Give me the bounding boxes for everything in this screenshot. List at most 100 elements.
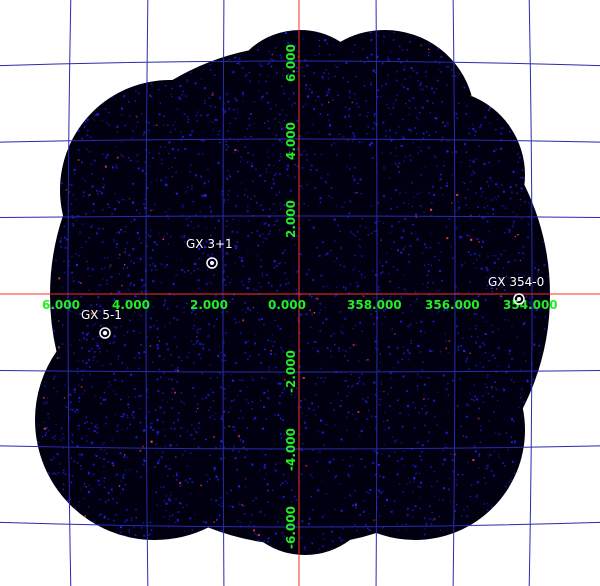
photon bbox=[389, 280, 392, 283]
photon bbox=[445, 66, 448, 68]
photon bbox=[503, 577, 504, 578]
photon bbox=[396, 71, 398, 73]
photon bbox=[29, 298, 30, 299]
photon bbox=[96, 345, 98, 347]
photon bbox=[185, 218, 188, 220]
photon bbox=[168, 152, 170, 155]
photon bbox=[234, 149, 237, 151]
photon bbox=[46, 258, 48, 260]
photon bbox=[123, 557, 124, 558]
photon bbox=[326, 16, 327, 17]
photon bbox=[397, 58, 400, 61]
photon bbox=[410, 31, 413, 34]
photon bbox=[155, 124, 158, 126]
photon bbox=[342, 77, 345, 79]
photon bbox=[397, 166, 399, 168]
photon bbox=[0, 356, 1, 357]
photon bbox=[561, 162, 562, 163]
photon bbox=[235, 247, 237, 250]
photon bbox=[497, 27, 498, 28]
photon bbox=[558, 221, 559, 222]
photon bbox=[207, 114, 209, 116]
photon bbox=[515, 22, 516, 23]
photon bbox=[493, 261, 496, 264]
photon bbox=[347, 385, 349, 388]
photon bbox=[115, 246, 118, 248]
photon bbox=[103, 465, 105, 468]
photon bbox=[280, 283, 282, 286]
photon bbox=[11, 279, 12, 280]
photon bbox=[253, 418, 255, 421]
photon bbox=[480, 267, 483, 270]
photon bbox=[89, 373, 91, 376]
photon bbox=[147, 233, 150, 236]
photon bbox=[475, 341, 477, 344]
photon bbox=[317, 489, 320, 492]
photon bbox=[12, 548, 14, 550]
photon bbox=[486, 269, 489, 272]
photon bbox=[484, 352, 487, 354]
photon bbox=[178, 412, 180, 414]
photon bbox=[232, 71, 235, 74]
photon bbox=[62, 437, 65, 440]
photon bbox=[384, 316, 386, 318]
photon bbox=[398, 162, 401, 165]
photon bbox=[554, 130, 556, 132]
photon bbox=[384, 411, 386, 414]
photon bbox=[324, 254, 327, 256]
photon bbox=[415, 213, 417, 216]
photon bbox=[394, 451, 396, 454]
photon bbox=[423, 393, 425, 396]
photon bbox=[175, 472, 178, 474]
photon bbox=[563, 71, 565, 73]
photon bbox=[279, 484, 282, 486]
photon bbox=[0, 183, 2, 185]
photon bbox=[244, 188, 247, 191]
photon bbox=[253, 195, 256, 197]
photon bbox=[58, 542, 60, 544]
photon bbox=[203, 546, 205, 548]
photon bbox=[35, 515, 37, 517]
photon bbox=[415, 216, 417, 218]
photon bbox=[86, 325, 89, 327]
photon bbox=[225, 545, 228, 548]
photon bbox=[101, 553, 104, 555]
photon bbox=[2, 118, 3, 119]
photon bbox=[81, 378, 84, 381]
photon bbox=[350, 13, 351, 14]
photon bbox=[35, 186, 36, 189]
photon bbox=[387, 59, 389, 61]
photon bbox=[446, 237, 449, 240]
photon bbox=[279, 383, 281, 386]
photon bbox=[78, 501, 80, 503]
photon bbox=[142, 558, 144, 560]
photon bbox=[151, 269, 153, 271]
photon bbox=[390, 387, 392, 389]
photon bbox=[176, 14, 177, 15]
photon bbox=[325, 318, 328, 321]
photon bbox=[503, 24, 504, 25]
photon bbox=[518, 514, 521, 516]
photon bbox=[593, 157, 594, 158]
photon bbox=[269, 37, 271, 40]
photon bbox=[94, 430, 97, 432]
photon bbox=[525, 60, 527, 63]
photon bbox=[106, 548, 108, 551]
photon bbox=[396, 269, 399, 271]
photon bbox=[104, 477, 106, 479]
photon bbox=[363, 84, 366, 87]
photon bbox=[47, 530, 50, 533]
photon bbox=[76, 532, 79, 534]
photon bbox=[544, 536, 547, 539]
photon bbox=[141, 561, 143, 563]
photon bbox=[325, 69, 327, 71]
photon bbox=[290, 500, 293, 503]
photon bbox=[260, 98, 262, 101]
photon bbox=[577, 353, 579, 355]
photon bbox=[44, 567, 45, 568]
photon bbox=[73, 289, 75, 291]
photon bbox=[152, 429, 155, 431]
photon bbox=[33, 37, 34, 38]
photon bbox=[389, 295, 392, 298]
photon bbox=[486, 502, 489, 505]
